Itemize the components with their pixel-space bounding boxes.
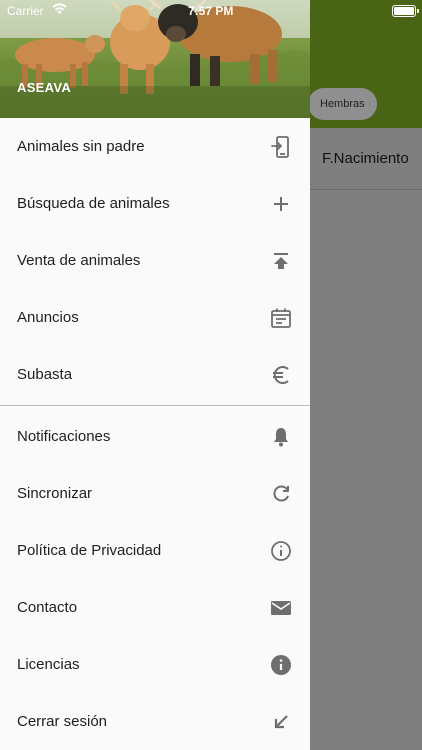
carrier-label: Carrier [7,4,44,18]
menu-item-cerrar-sesion[interactable]: Cerrar sesión [0,693,310,750]
status-bar: Carrier 7:57 PM [0,0,422,24]
menu-item-label: Anuncios [17,309,79,326]
table-divider [310,189,422,190]
menu-item-label: Licencias [17,656,80,673]
plus-icon [274,196,288,211]
phone-import-icon [271,135,289,158]
navigation-drawer: ASEAVA Animales sin padre Búsqueda de an… [0,0,310,750]
menu-item-animales-sin-padre[interactable]: Animales sin padre [0,118,310,175]
mail-icon [271,600,291,615]
menu-item-label: Contacto [17,599,78,616]
menu-item-licencias[interactable]: Licencias [0,636,310,693]
filter-chip-hembras[interactable]: Hembras [308,88,377,120]
info-outline-icon [271,540,291,561]
menu-item-label: Cerrar sesión [17,713,108,730]
bell-icon [274,427,288,446]
drawer-title: ASEAVA [17,80,72,95]
menu-item-anuncios[interactable]: Anuncios [0,289,310,346]
drawer-menu: Animales sin padre Búsqueda de animales … [0,118,310,750]
menu-item-subasta[interactable]: Subasta [0,346,310,403]
refresh-icon [273,485,289,502]
euro-icon [273,365,289,384]
upload-icon [274,252,288,269]
menu-item-notificaciones[interactable]: Notificaciones [0,408,310,465]
info-filled-icon [271,654,291,675]
menu-item-sincronizar[interactable]: Sincronizar [0,465,310,522]
menu-item-politica-de-privacidad[interactable]: Política de Privacidad [0,522,310,579]
menu-item-label: Política de Privacidad [17,542,162,559]
menu-item-busqueda-de-animales[interactable]: Búsqueda de animales [0,175,310,232]
arrow-down-left-icon [274,714,288,728]
menu-item-label: Búsqueda de animales [17,195,170,212]
menu-item-label: Venta de animales [17,252,141,269]
menu-item-label: Subasta [17,366,73,383]
battery-icon [392,5,416,17]
menu-item-label: Sincronizar [17,485,93,502]
column-header-fnacimiento: F.Nacimiento [322,150,409,167]
menu-item-venta-de-animales[interactable]: Venta de animales [0,232,310,289]
calendar-icon [271,308,291,328]
menu-item-label: Animales sin padre [17,138,145,155]
clock: 7:57 PM [188,4,234,18]
menu-item-label: Notificaciones [17,428,111,445]
menu-item-contacto[interactable]: Contacto [0,579,310,636]
wifi-icon [52,3,67,14]
menu-divider [0,405,310,406]
